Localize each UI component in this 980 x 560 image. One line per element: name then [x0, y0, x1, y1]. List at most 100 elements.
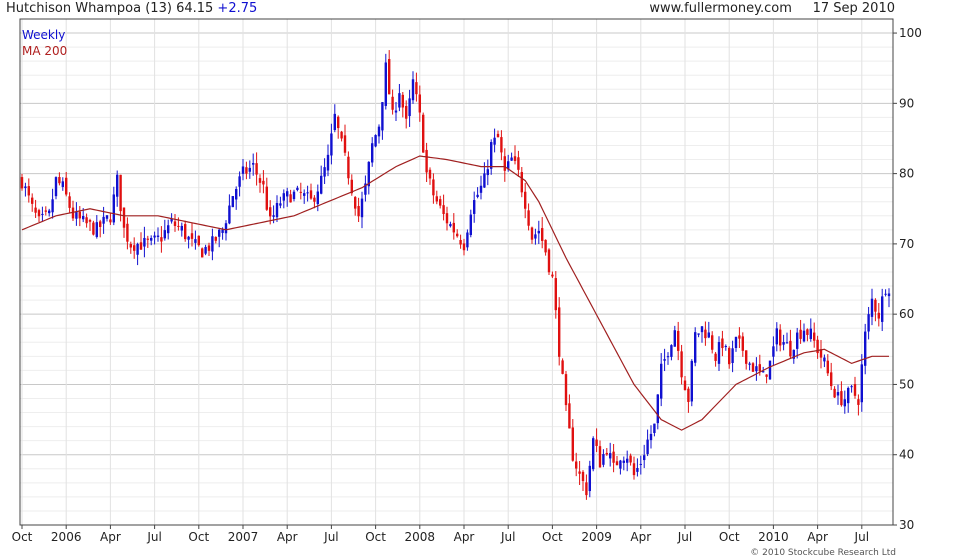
candle-body: [823, 357, 826, 362]
candle-body: [20, 177, 24, 189]
candle-body: [425, 149, 428, 173]
candle-body: [99, 221, 102, 227]
candle-body: [394, 110, 398, 113]
candle-body: [136, 243, 139, 255]
candle-body: [231, 196, 234, 208]
candle-body: [320, 175, 323, 194]
candle-body: [85, 217, 88, 224]
candle-body: [371, 143, 374, 163]
candle-body: [785, 342, 789, 344]
candle-body: [41, 213, 44, 215]
candle-body: [666, 356, 670, 358]
candle-body: [445, 213, 449, 224]
candle-body: [609, 453, 612, 459]
y-tick-label: 60: [899, 307, 914, 321]
candle-body: [782, 342, 785, 345]
candle-body: [384, 62, 387, 106]
candle-body: [479, 185, 483, 193]
candle-body: [88, 220, 92, 222]
candle-body: [466, 232, 469, 248]
copyright-notice: © 2010 Stockcube Research Ltd: [750, 548, 896, 558]
candle-body: [602, 454, 605, 465]
candle-body: [82, 216, 85, 220]
candle-body: [571, 427, 574, 461]
candle-body: [751, 363, 755, 372]
candle-body: [282, 193, 285, 201]
candle-body: [612, 451, 615, 463]
x-tick-label: Jul: [500, 530, 515, 544]
candle-body: [690, 360, 693, 402]
candle-body: [789, 340, 792, 357]
candle-body: [643, 455, 646, 461]
candle-body: [207, 245, 211, 251]
candle-body: [663, 359, 666, 361]
candle-body: [802, 330, 806, 342]
candle-body: [717, 342, 721, 364]
candle-body: [493, 137, 496, 145]
candle-body: [150, 237, 153, 241]
candle-body: [687, 388, 690, 402]
candle-body: [180, 225, 183, 231]
candle-body: [564, 374, 568, 406]
candle-body: [330, 133, 333, 156]
candle-body: [31, 197, 34, 204]
x-tick-label: Jul: [146, 530, 161, 544]
candle-body: [133, 245, 136, 251]
candle-body: [741, 336, 744, 351]
candle-body: [456, 233, 459, 237]
candle-body: [201, 248, 204, 258]
candle-body: [340, 131, 343, 139]
candle-body: [190, 233, 194, 239]
x-tick-label: 2010: [758, 530, 789, 544]
x-tick-label: 2008: [405, 530, 436, 544]
x-tick-label: Oct: [542, 530, 563, 544]
candle-body: [524, 191, 527, 209]
ma-200-line: [21, 155, 889, 431]
candle-body: [510, 157, 513, 161]
candle-body: [520, 172, 523, 193]
candle-body: [377, 126, 381, 137]
candle-body: [75, 211, 78, 219]
candle-body: [391, 96, 394, 110]
candle-body: [333, 113, 336, 131]
candle-body: [704, 329, 707, 339]
candle-body: [262, 180, 265, 185]
candle-body: [112, 194, 115, 223]
candle-body: [197, 235, 200, 246]
candle-body: [37, 210, 41, 217]
candle-body: [61, 181, 64, 187]
candle-body: [870, 298, 874, 317]
candle-body: [224, 223, 228, 234]
x-tick-label: Apr: [277, 530, 298, 544]
candle-body: [218, 229, 221, 237]
candle-body: [500, 137, 503, 153]
candle-body: [51, 199, 54, 213]
candle-body: [547, 249, 551, 273]
candle-body: [660, 363, 663, 399]
candle-body: [721, 338, 724, 349]
y-tick-label: 50: [899, 377, 914, 391]
x-tick-label: Oct: [365, 530, 386, 544]
candle-body: [129, 244, 132, 248]
candle-body: [796, 332, 799, 349]
candle-body: [503, 156, 506, 171]
candle-body: [126, 223, 129, 242]
candle-body: [303, 193, 306, 196]
candle-body: [554, 278, 557, 311]
candle-body: [34, 207, 37, 213]
candle-body: [755, 366, 758, 372]
candle-body: [843, 399, 846, 407]
candle-body: [313, 197, 316, 202]
candle-body: [449, 224, 452, 227]
candle-body: [626, 458, 629, 463]
candle-body: [833, 388, 836, 398]
candle-body: [323, 167, 326, 177]
candle-body: [401, 94, 404, 108]
candle-body: [360, 198, 364, 218]
candle-body: [850, 386, 853, 388]
candle-body: [167, 225, 170, 234]
candle-body: [656, 394, 659, 424]
candle-body: [204, 246, 207, 254]
candle-body: [408, 98, 411, 117]
candle-body: [265, 186, 268, 210]
